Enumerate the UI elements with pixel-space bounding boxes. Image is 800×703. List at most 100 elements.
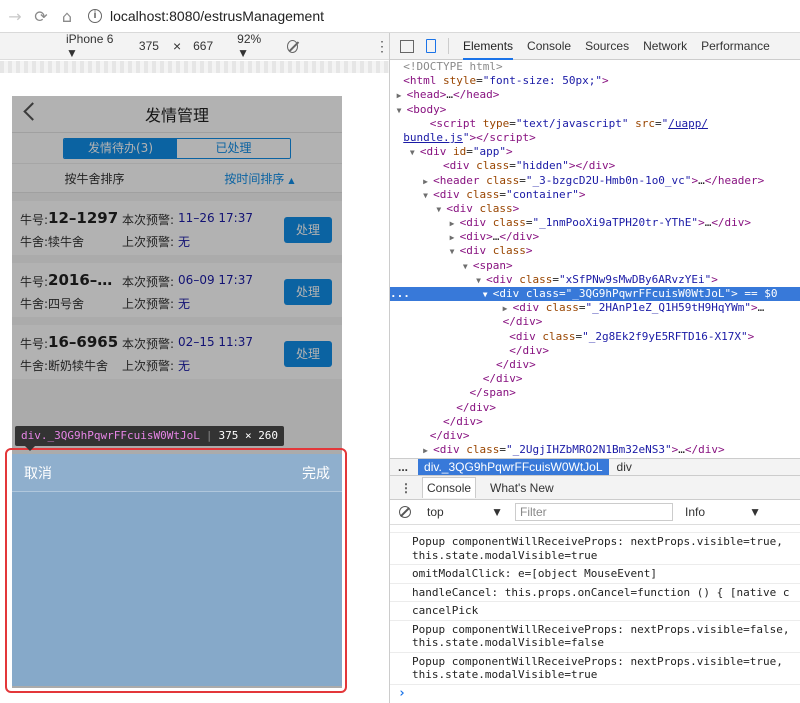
filter-input[interactable]: Filter bbox=[515, 503, 673, 521]
dom-node[interactable]: ▼ <body> bbox=[390, 103, 800, 117]
device-select[interactable]: iPhone 6 ▼ bbox=[66, 32, 117, 60]
tab-elements[interactable]: Elements bbox=[463, 32, 514, 60]
dom-node[interactable]: ▶ <div class="_2UgjIHZbMRO2N1Bm32eNS3">…<… bbox=[390, 443, 800, 457]
app-header: 发情管理 bbox=[12, 96, 342, 133]
this-alert-label: 本次预警: bbox=[122, 213, 175, 227]
tab-network[interactable]: Network bbox=[643, 32, 687, 60]
address-bar[interactable]: i localhost:8080/estrusManagement bbox=[88, 8, 324, 24]
forward-icon[interactable]: → bbox=[2, 3, 28, 29]
device-mode-icon[interactable] bbox=[426, 39, 436, 53]
dom-node[interactable]: </div> bbox=[390, 344, 800, 358]
tab-processed[interactable]: 已处理 bbox=[177, 138, 290, 158]
element-tooltip: div ._3QG9hPqwrFFcuisW0WtJoL | 375 × 260 bbox=[15, 426, 285, 451]
tab-bar: 发情待办(3) 已处理 bbox=[12, 133, 342, 163]
back-icon[interactable] bbox=[23, 102, 42, 121]
dom-node[interactable]: bundle.js"></script> bbox=[390, 131, 800, 145]
dom-node[interactable]: </div> bbox=[390, 358, 800, 372]
device-height-input[interactable]: 667 bbox=[193, 39, 213, 53]
cow-number: 2016–1… bbox=[48, 273, 123, 289]
page-title: 发情管理 bbox=[144, 106, 209, 125]
breadcrumb-selected[interactable]: div._3QG9hPqwrFFcuisW0WtJoL bbox=[418, 459, 609, 475]
list-item: 牛号: 16–6965 本次预警: 02–15 11:37 牛舍: 断奶犊牛舍 … bbox=[12, 325, 342, 379]
rotate-icon[interactable] bbox=[287, 39, 298, 53]
dom-node[interactable]: </span> bbox=[390, 386, 800, 400]
console-toolbar: top ▼ Filter Info ▼ bbox=[390, 500, 800, 525]
dom-node[interactable]: </div> bbox=[390, 401, 800, 415]
tab-performance[interactable]: Performance bbox=[701, 32, 770, 60]
console-prompt[interactable]: › bbox=[390, 686, 800, 701]
zoom-select[interactable]: 92% ▼ bbox=[237, 32, 269, 60]
segmented-control: 发情待办(3) 已处理 bbox=[63, 137, 291, 159]
tooltip-size: 375 × 260 bbox=[218, 429, 279, 442]
cow-label: 牛号: bbox=[20, 275, 49, 289]
dom-node[interactable]: </div> bbox=[390, 429, 800, 443]
breadcrumb-next[interactable]: div bbox=[617, 460, 632, 474]
last-alert-label: 上次预警: bbox=[122, 235, 175, 249]
shed-name: 犊牛舍 bbox=[48, 235, 85, 249]
dom-tree[interactable]: <!DOCTYPE html> <html style="font-size: … bbox=[390, 60, 800, 458]
inspect-icon[interactable] bbox=[400, 39, 414, 53]
clear-console-icon[interactable] bbox=[399, 506, 411, 518]
console-message-clipped bbox=[390, 525, 800, 533]
tab-pending[interactable]: 发情待办(3) bbox=[64, 138, 177, 158]
dom-node[interactable]: ▶ <header class="_3-bzgcD2U-Hmb0n-1o0_vc"… bbox=[390, 174, 800, 188]
breadcrumb-more[interactable]: ... bbox=[398, 460, 408, 474]
this-alert-label: 本次预警: bbox=[122, 275, 175, 289]
process-button[interactable]: 处理 bbox=[284, 217, 332, 243]
cow-label: 牛号: bbox=[20, 213, 49, 227]
dom-node[interactable]: ▶ <head>…</head> bbox=[390, 88, 800, 102]
process-button[interactable]: 处理 bbox=[284, 279, 332, 305]
list-item: 牛号: 12–1297 本次预警: 11–26 17:37 牛舍: 犊牛舍 上次… bbox=[12, 201, 342, 255]
dom-node[interactable]: ▼ <div class> bbox=[390, 202, 800, 216]
dom-node[interactable]: </div> bbox=[390, 415, 800, 429]
dom-node[interactable]: <div class="_2g8Ek2f9yE5RFTD16-X17X"> bbox=[390, 330, 800, 344]
console-message: Popup componentWillReceiveProps: nextPro… bbox=[390, 533, 800, 565]
dom-node[interactable]: <html style="font-size: 50px;"> bbox=[390, 74, 800, 88]
dom-node[interactable]: <!DOCTYPE html> bbox=[390, 60, 800, 74]
more-options-icon[interactable]: ⋮ bbox=[375, 38, 389, 55]
reload-icon[interactable]: ⟳ bbox=[28, 3, 54, 29]
dom-node[interactable]: ▼ <div class="container"> bbox=[390, 188, 800, 202]
tab-whats-new[interactable]: What's New bbox=[486, 478, 558, 498]
drawer-menu-icon[interactable]: ⋮ bbox=[400, 481, 412, 495]
dom-node-selected[interactable]: ... ▼ <div class="_3QG9hPqwrFFcuisW0WtJoL… bbox=[390, 287, 800, 302]
process-button[interactable]: 处理 bbox=[284, 341, 332, 367]
devtools-tabbar: Elements Console Sources Network Perform… bbox=[390, 33, 800, 60]
dom-node[interactable]: ▼ <div id="app"> bbox=[390, 145, 800, 159]
console-message: handleCancel: this.props.onCancel=functi… bbox=[390, 584, 800, 602]
log-level-select[interactable]: Info ▼ bbox=[685, 505, 761, 519]
shed-label: 牛舍: bbox=[20, 235, 49, 249]
dom-node[interactable]: ▶ <div class="_2HAnP1eZ_Q1H59tH9HqYWm">… bbox=[390, 301, 800, 315]
annotation-outline bbox=[5, 448, 347, 693]
info-icon[interactable]: i bbox=[88, 9, 102, 23]
sort-by-shed[interactable]: 按牛舍排序 bbox=[12, 170, 177, 187]
console-message: Popup componentWillReceiveProps: nextPro… bbox=[390, 621, 800, 653]
drawer-tabbar: ⋮ Console What's New bbox=[390, 476, 800, 500]
dom-node[interactable]: ▼ <span> bbox=[390, 259, 800, 273]
device-width-input[interactable]: 375 bbox=[139, 39, 159, 53]
tab-console-drawer[interactable]: Console bbox=[422, 477, 477, 498]
dom-node[interactable]: ▼ <div class="xSfPNw9sMwDBy6ARvzYEi"> bbox=[390, 273, 800, 287]
dom-node[interactable]: </div> bbox=[390, 372, 800, 386]
shed-label: 牛舍: bbox=[20, 359, 49, 373]
tab-sources[interactable]: Sources bbox=[585, 32, 629, 60]
last-alert-label: 上次预警: bbox=[122, 297, 175, 311]
shed-name: 四号舍 bbox=[48, 297, 85, 311]
tab-console[interactable]: Console bbox=[527, 32, 571, 60]
dom-node[interactable]: ▶ <div class="_1nmPooXi9aTPH20tr-YThE">…<… bbox=[390, 216, 800, 230]
context-select[interactable]: top ▼ bbox=[427, 505, 503, 519]
last-alert-time: 无 bbox=[178, 297, 191, 311]
dom-node[interactable]: ▼ <div class> bbox=[390, 244, 800, 258]
shed-name: 断奶犊牛舍 bbox=[48, 359, 109, 373]
dom-node[interactable]: ▶ <div>…</div> bbox=[390, 230, 800, 244]
home-icon[interactable]: ⌂ bbox=[54, 3, 80, 29]
console-log: Popup componentWillReceiveProps: nextPro… bbox=[390, 525, 800, 703]
dom-node[interactable]: <div class="hidden"></div> bbox=[390, 159, 800, 173]
sort-by-time[interactable]: 按时间排序 ▲ bbox=[177, 170, 342, 187]
device-toolbar: iPhone 6 ▼ 375 × 667 92% ▼ ⋮ bbox=[0, 32, 389, 60]
url-text: localhost:8080/estrusManagement bbox=[110, 8, 325, 24]
dom-node[interactable]: <script type="text/javascript" src="/uap… bbox=[390, 117, 800, 131]
dom-node[interactable]: </div> bbox=[390, 315, 800, 329]
list-item: 牛号: 2016–1… 本次预警: 06–09 17:37 牛舍: 四号舍 上次… bbox=[12, 263, 342, 317]
log-level-value: Info bbox=[685, 505, 706, 519]
